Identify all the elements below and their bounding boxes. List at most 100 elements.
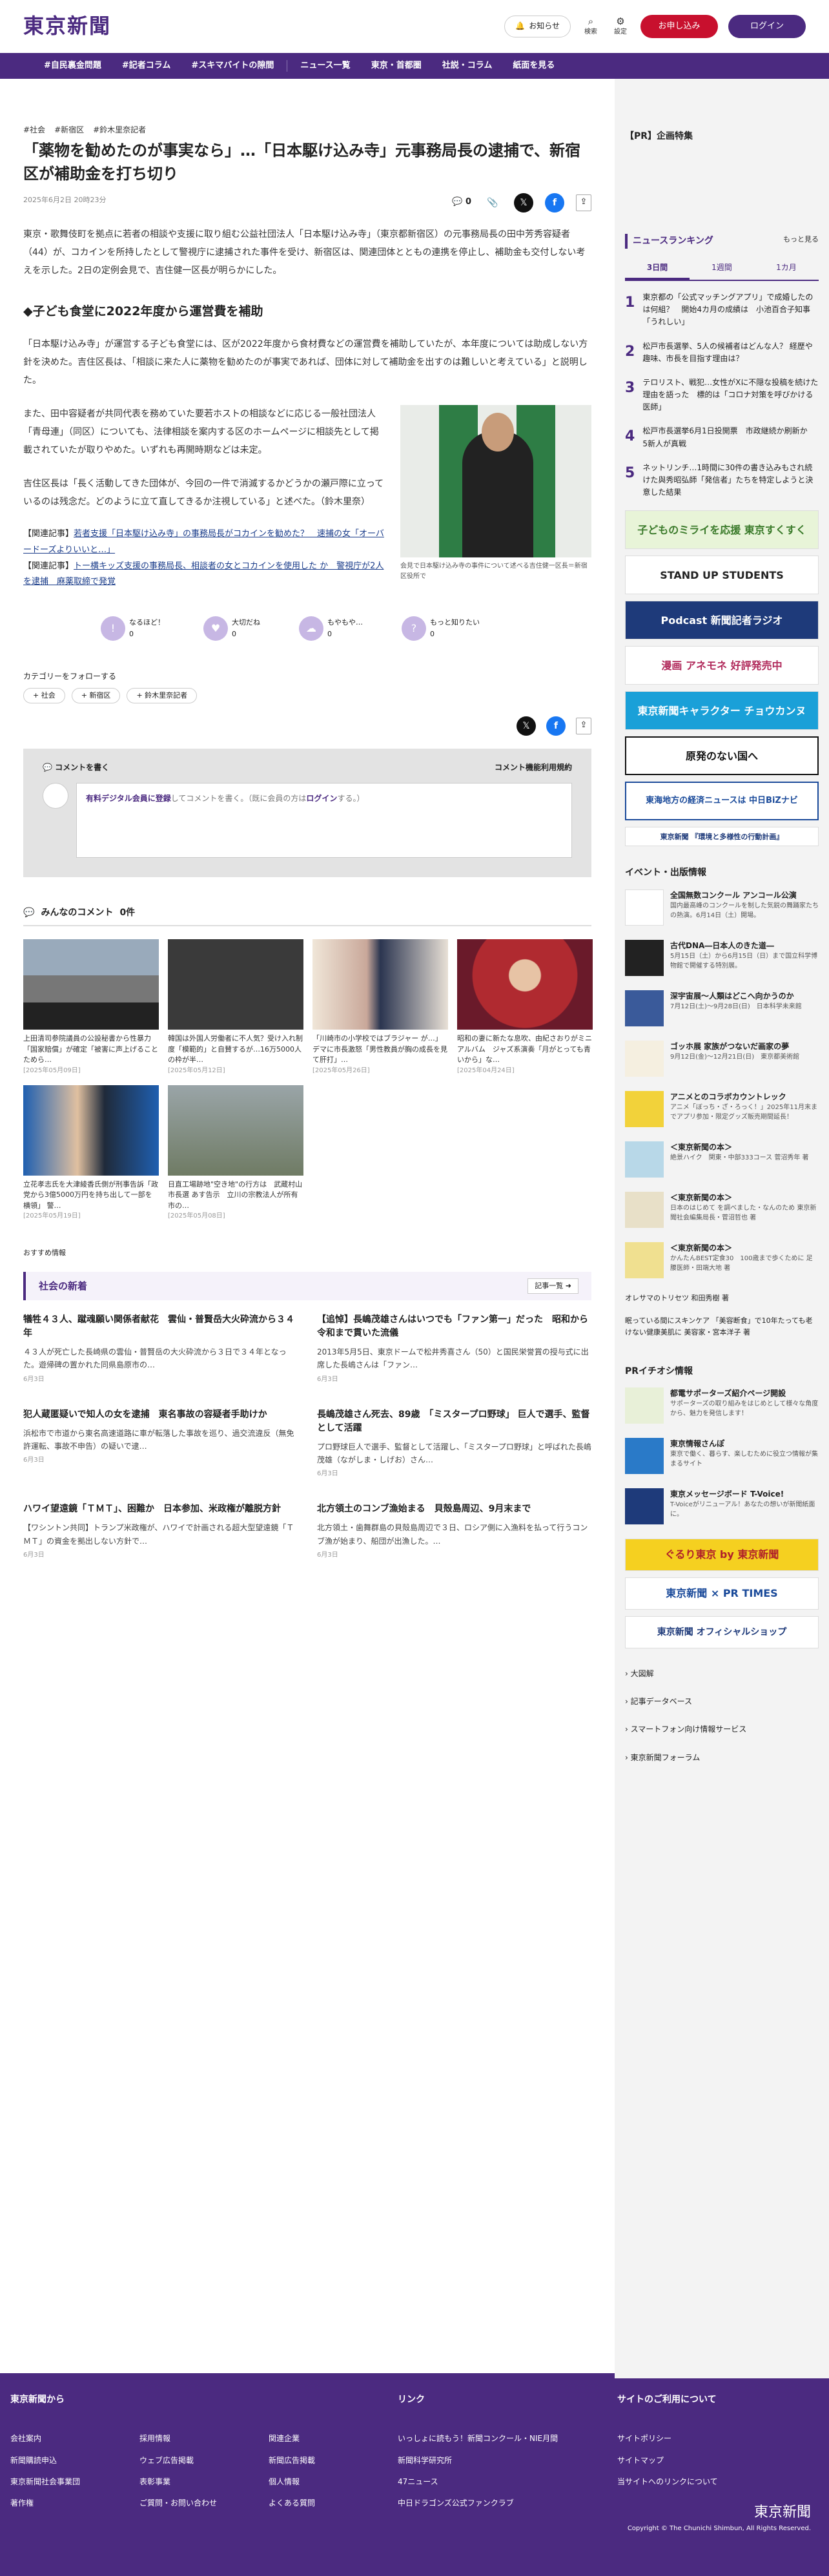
tag-link[interactable]: #新宿区: [54, 124, 84, 136]
promo-banner[interactable]: 東京新聞キャラクター チョウカンヌ: [625, 691, 819, 731]
news-item[interactable]: 犠牲４３人、蹴魂願い関係者献花 雲仙・普賢岳大火砕流から３４年 ４３人が死亡した長…: [23, 1313, 298, 1385]
reaction-button[interactable]: ! なるほど！ 0: [101, 616, 165, 641]
pr-item[interactable]: 都電サポーターズ紹介ページ開設 サポーターズの取り組みをはじめとして様々な角度から…: [625, 1387, 819, 1424]
promo-banner[interactable]: 子どものミライを応援 東京すくすく: [625, 510, 819, 550]
nav-item[interactable]: #自民裏金問題: [36, 59, 109, 73]
share-icon[interactable]: ⇪: [576, 717, 591, 734]
news-more-button[interactable]: 記事一覧 ➜: [527, 1278, 578, 1294]
reaction-button[interactable]: ☁ もやもや… 0: [299, 616, 363, 641]
facebook-share-icon[interactable]: f: [545, 192, 564, 213]
follow-chip[interactable]: + 社会: [23, 688, 65, 703]
recommend-card[interactable]: 立花孝志氏を大津綾香氏側が刑事告訴「政党から3億5000万円を持ち出して一部を横…: [23, 1085, 159, 1222]
nav-item[interactable]: #スキマバイトの隙間: [183, 59, 281, 73]
news-item[interactable]: 【追悼】長嶋茂雄さんはいつでも「ファン第一」だった 昭和から令和まで貫いた流儀 2…: [317, 1313, 591, 1385]
ranking-item[interactable]: 3 テロリスト、戦犯…女性がXに不隠な投稿を続けた理由を語った 標的は「コロナ対策…: [625, 377, 819, 414]
footer-link[interactable]: 会社案内: [10, 2433, 114, 2445]
footer-link[interactable]: 個人情報: [269, 2476, 372, 2488]
pr-item[interactable]: 東京情報さんぽ 東京で働く、暮らす、楽しむために役立つ情報が集まるサイト: [625, 1437, 819, 1474]
footer-link[interactable]: 中日ドラゴンズ公式ファンクラブ: [398, 2497, 591, 2509]
nav-item[interactable]: 紙面を見る: [505, 59, 562, 73]
follow-chip[interactable]: + 新宿区: [71, 688, 121, 703]
event-item[interactable]: 深宇宙展〜人類はどこへ向かうのか 7月12日(土)〜9月28日(日) 日本科学未来…: [625, 990, 819, 1026]
ranking-item[interactable]: 1 東京都の「公式マッチングアプリ」で成婚したのは何組？ 開始4カ月の成績は 小池…: [625, 291, 819, 329]
news-item[interactable]: 長嶋茂雄さん死去、89歳 「ミスタープロ野球」 巨人で選手、監督として活躍 プロ野…: [317, 1408, 591, 1480]
ranking-more-link[interactable]: もっと見る: [783, 234, 819, 248]
footer-link[interactable]: 表彰事業: [139, 2476, 243, 2488]
ranking-item[interactable]: 5 ネットリンチ…1時間に30件の書き込みもされ続けた與秀昭弘師「発信者」たちを特…: [625, 462, 819, 499]
event-item[interactable]: アニメとのコラボカウントレック アニメ「ぼっち・ざ・ろっく！」2025年11月末ま…: [625, 1090, 819, 1127]
footer-link[interactable]: 新聞広告掲載: [269, 2455, 372, 2467]
footer-link[interactable]: 採用情報: [139, 2433, 243, 2445]
promo-banner[interactable]: 原発のない国へ: [625, 736, 819, 776]
tag-link[interactable]: #鈴木里奈記者: [93, 124, 146, 136]
apply-button[interactable]: お申し込み: [640, 15, 718, 38]
promo-banner[interactable]: Podcast 新聞記者ラジオ: [625, 601, 819, 640]
settings-button[interactable]: ⚙ 設定: [611, 16, 630, 37]
nav-item[interactable]: 社説・コラム: [435, 59, 500, 73]
footer-link[interactable]: よくある質問: [269, 2497, 372, 2509]
member-register-link[interactable]: 有料デジタル会員に登録: [86, 794, 171, 803]
facebook-share-icon[interactable]: f: [546, 716, 566, 736]
promo-banner[interactable]: ぐるり東京 by 東京新聞: [625, 1538, 819, 1571]
footer-link[interactable]: ウェブ広告掲載: [139, 2455, 243, 2467]
pr-item[interactable]: 東京メッセージボード T-Voice! T-Voiceがリニューアル！あなたの想い…: [625, 1488, 819, 1524]
footer-link[interactable]: ご質問・お問い合わせ: [139, 2497, 243, 2509]
related-article-link[interactable]: トー横キッズ支援の事務局長、相談者の女とコカインを使用した か 警視庁が2人を逮…: [23, 561, 384, 587]
tab-1week[interactable]: 1週間: [690, 258, 754, 280]
tab-3days[interactable]: 3日間: [625, 258, 690, 280]
book-link[interactable]: 眠っている間にスキンケア 「美容断食」で10年たっても老けない健康美肌に 美容家…: [625, 1315, 819, 1338]
ranking-item[interactable]: 4 松戸市長選挙6月1日投開票 市政継続か刷新か 5新人が真戦: [625, 425, 819, 450]
footer-link[interactable]: 著作権: [10, 2497, 114, 2509]
news-item[interactable]: 犯人蔵匿疑いで知人の女を逮捕 東名事故の容疑者手助けか 浜松市で市道から東名高速道…: [23, 1408, 298, 1480]
share-icon[interactable]: ⇪: [576, 194, 591, 211]
news-item[interactable]: ハワイ望遠鏡「ＴＭＴ」、困難か 日本参加、米政権が離脱方針 【ワシントン共同】トラ…: [23, 1502, 298, 1561]
recommend-card[interactable]: 韓国は外国人労働者に不人気？受け入れ制度「模範的」と自賛するが…16万5000人…: [168, 939, 303, 1076]
event-item[interactable]: 全国無数コンクール アンコール公演 国内最高峰のコンクールを制した気鋭の舞踊家たち…: [625, 889, 819, 926]
nav-item[interactable]: ニュース一覧: [292, 59, 358, 73]
footer-link[interactable]: 新聞科学研究所: [398, 2455, 591, 2467]
reaction-button[interactable]: ♥ 大切だね 0: [203, 616, 260, 641]
footer-link[interactable]: いっしょに読もう！新聞コンクール・NIE月間: [398, 2433, 591, 2445]
related-article-link[interactable]: 若者支援「日本駆け込み寺」の事務局長がコカインを勧めた？ 速捕の女「オーバードー…: [23, 529, 384, 555]
side-link[interactable]: › 東京新聞フォーラム: [625, 1752, 819, 1764]
promo-banner[interactable]: STAND UP STUDENTS: [625, 556, 819, 595]
nav-item[interactable]: 東京・首都圏: [363, 59, 429, 73]
site-logo[interactable]: 東京新聞: [23, 10, 111, 43]
x-share-icon[interactable]: 𝕏: [514, 192, 533, 213]
footer-link[interactable]: 関連企業: [269, 2433, 372, 2445]
tab-1month[interactable]: 1カ月: [754, 258, 819, 280]
event-item[interactable]: ゴッホ展 家族がつないだ画家の夢 9月12日(金)〜12月21日(日) 東京都美術…: [625, 1040, 819, 1077]
event-item[interactable]: ＜東京新聞の本＞ 日本のはじめて を調べました・なんのため 東京新聞社会編集局長・…: [625, 1191, 819, 1228]
footer-link[interactable]: 新聞購読申込: [10, 2455, 114, 2467]
event-item[interactable]: ＜東京新聞の本＞ かんたんBEST定食30 100歳まで歩くために 足腰医師・田端…: [625, 1241, 819, 1278]
follow-chip[interactable]: + 鈴木里奈記者: [127, 688, 198, 703]
login-link[interactable]: ログイン: [306, 794, 337, 803]
footer-link[interactable]: サイトマップ: [617, 2455, 811, 2467]
footer-link[interactable]: 当サイトへのリンクについて: [617, 2476, 811, 2488]
news-item[interactable]: 北方領土のコンブ漁始まる 貝殻島周辺、9月末まで 北方領土・歯舞群島の貝殻島周辺で…: [317, 1502, 591, 1561]
login-button[interactable]: ログイン: [728, 15, 806, 38]
ranking-item[interactable]: 2 松戸市長選挙、5人の候補者はどんな人？ 経歴や趣味、市長を目指す理由は？: [625, 340, 819, 365]
recommend-card[interactable]: 昭和の妻に新たな息吹、由紀さおりがミニアルバム ジャズ系演奏「月がとっても青いか…: [457, 939, 593, 1076]
promo-banner[interactable]: 東京新聞 × PR TIMES: [625, 1577, 819, 1610]
notice-button[interactable]: 🔔 お知らせ: [504, 16, 571, 37]
event-item[interactable]: 古代DNA―日本人のきた道― 5月15日（土）から6月15日（日）まで国立科学博物…: [625, 939, 819, 976]
recommend-card[interactable]: 日直工場跡地"空き地"の行方は 武蔵村山市長選 あす告示 立川の宗教法人が所有 …: [168, 1085, 305, 1222]
footer-link[interactable]: 47ニュース: [398, 2476, 591, 2488]
side-link[interactable]: › スマートフォン向け情報サービス: [625, 1723, 819, 1736]
book-link[interactable]: オレサマのトリセツ 和田秀樹 著: [625, 1293, 819, 1304]
footer-link[interactable]: 東京新聞社会事業団: [10, 2476, 114, 2488]
tag-link[interactable]: #社会: [23, 124, 45, 136]
reaction-button[interactable]: ? もっと知りたい 0: [402, 616, 480, 641]
event-item[interactable]: ＜東京新聞の本＞ 絶景ハイク 関東・中部333コース 菅沼秀年 著: [625, 1141, 819, 1178]
footer-link[interactable]: サイトポリシー: [617, 2433, 811, 2445]
clip-icon[interactable]: 📎: [483, 193, 502, 213]
side-link[interactable]: › 大図解: [625, 1668, 819, 1680]
search-button[interactable]: ⌕ 検索: [581, 16, 600, 37]
recommend-card[interactable]: 上田清司参院議員の公設秘書から性暴力「国家賠償」が確定「被害に声上げることためら…: [23, 939, 159, 1076]
comment-count[interactable]: 💬 0: [452, 196, 471, 209]
comment-policy-link[interactable]: コメント機能利用規約: [495, 762, 572, 774]
promo-banner[interactable]: 漫画 アネモネ 好評発売中: [625, 646, 819, 685]
footer-logo[interactable]: 東京新聞: [617, 2501, 811, 2524]
promo-banner[interactable]: 東京新聞 オフィシャルショップ: [625, 1615, 819, 1648]
